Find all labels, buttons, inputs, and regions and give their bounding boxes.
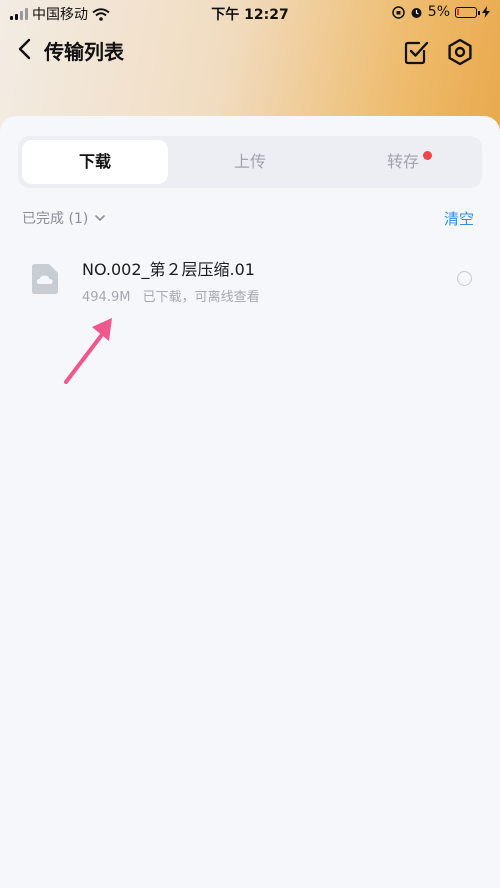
tab-download[interactable]: 下载 [22,140,168,184]
status-right: 5% [392,4,490,20]
file-name: NO.002_第２层压缩.01 [82,260,255,279]
battery-icon [455,6,480,18]
tab-upload[interactable]: 上传 [177,140,323,184]
orientation-lock-icon [392,5,405,19]
select-radio[interactable] [457,271,472,286]
cloud-file-icon [32,264,58,294]
completed-section-label: 已完成 (1) [22,211,89,227]
back-chevron-icon[interactable] [14,36,36,62]
badge-dot [423,151,432,160]
tab-transfer-save[interactable]: 转存 [330,140,476,184]
charging-icon [482,6,490,18]
battery-percent: 5% [427,4,450,20]
gear-icon[interactable] [446,38,474,66]
transfer-tabs: 下载 上传 转存 [18,136,482,188]
status-bar: 中国移动 下午 12:27 5% [0,0,500,26]
file-status: 已下载，可离线查看 [142,290,260,305]
file-meta: 494.9M 已下载，可离线查看 [82,286,260,305]
file-list-item[interactable]: NO.002_第２层压缩.01 494.9M 已下载，可离线查看 [0,240,500,314]
file-size: 494.9M [82,290,131,305]
alarm-icon [411,7,422,18]
transfer-card: 下载 上传 转存 已完成 (1) 清空 NO.002_第２层压缩.01 494.… [0,116,500,888]
clear-button[interactable]: 清空 [444,208,474,229]
completed-section-toggle[interactable]: 已完成 (1) [22,208,106,228]
multi-select-check-icon[interactable] [403,39,429,65]
page-title: 传输列表 [44,40,124,64]
annotation-arrow-icon [64,318,112,384]
nav-bar: 传输列表 [0,26,500,72]
tab-transfer-save-label: 转存 [386,152,419,171]
chevron-down-icon [95,215,106,222]
